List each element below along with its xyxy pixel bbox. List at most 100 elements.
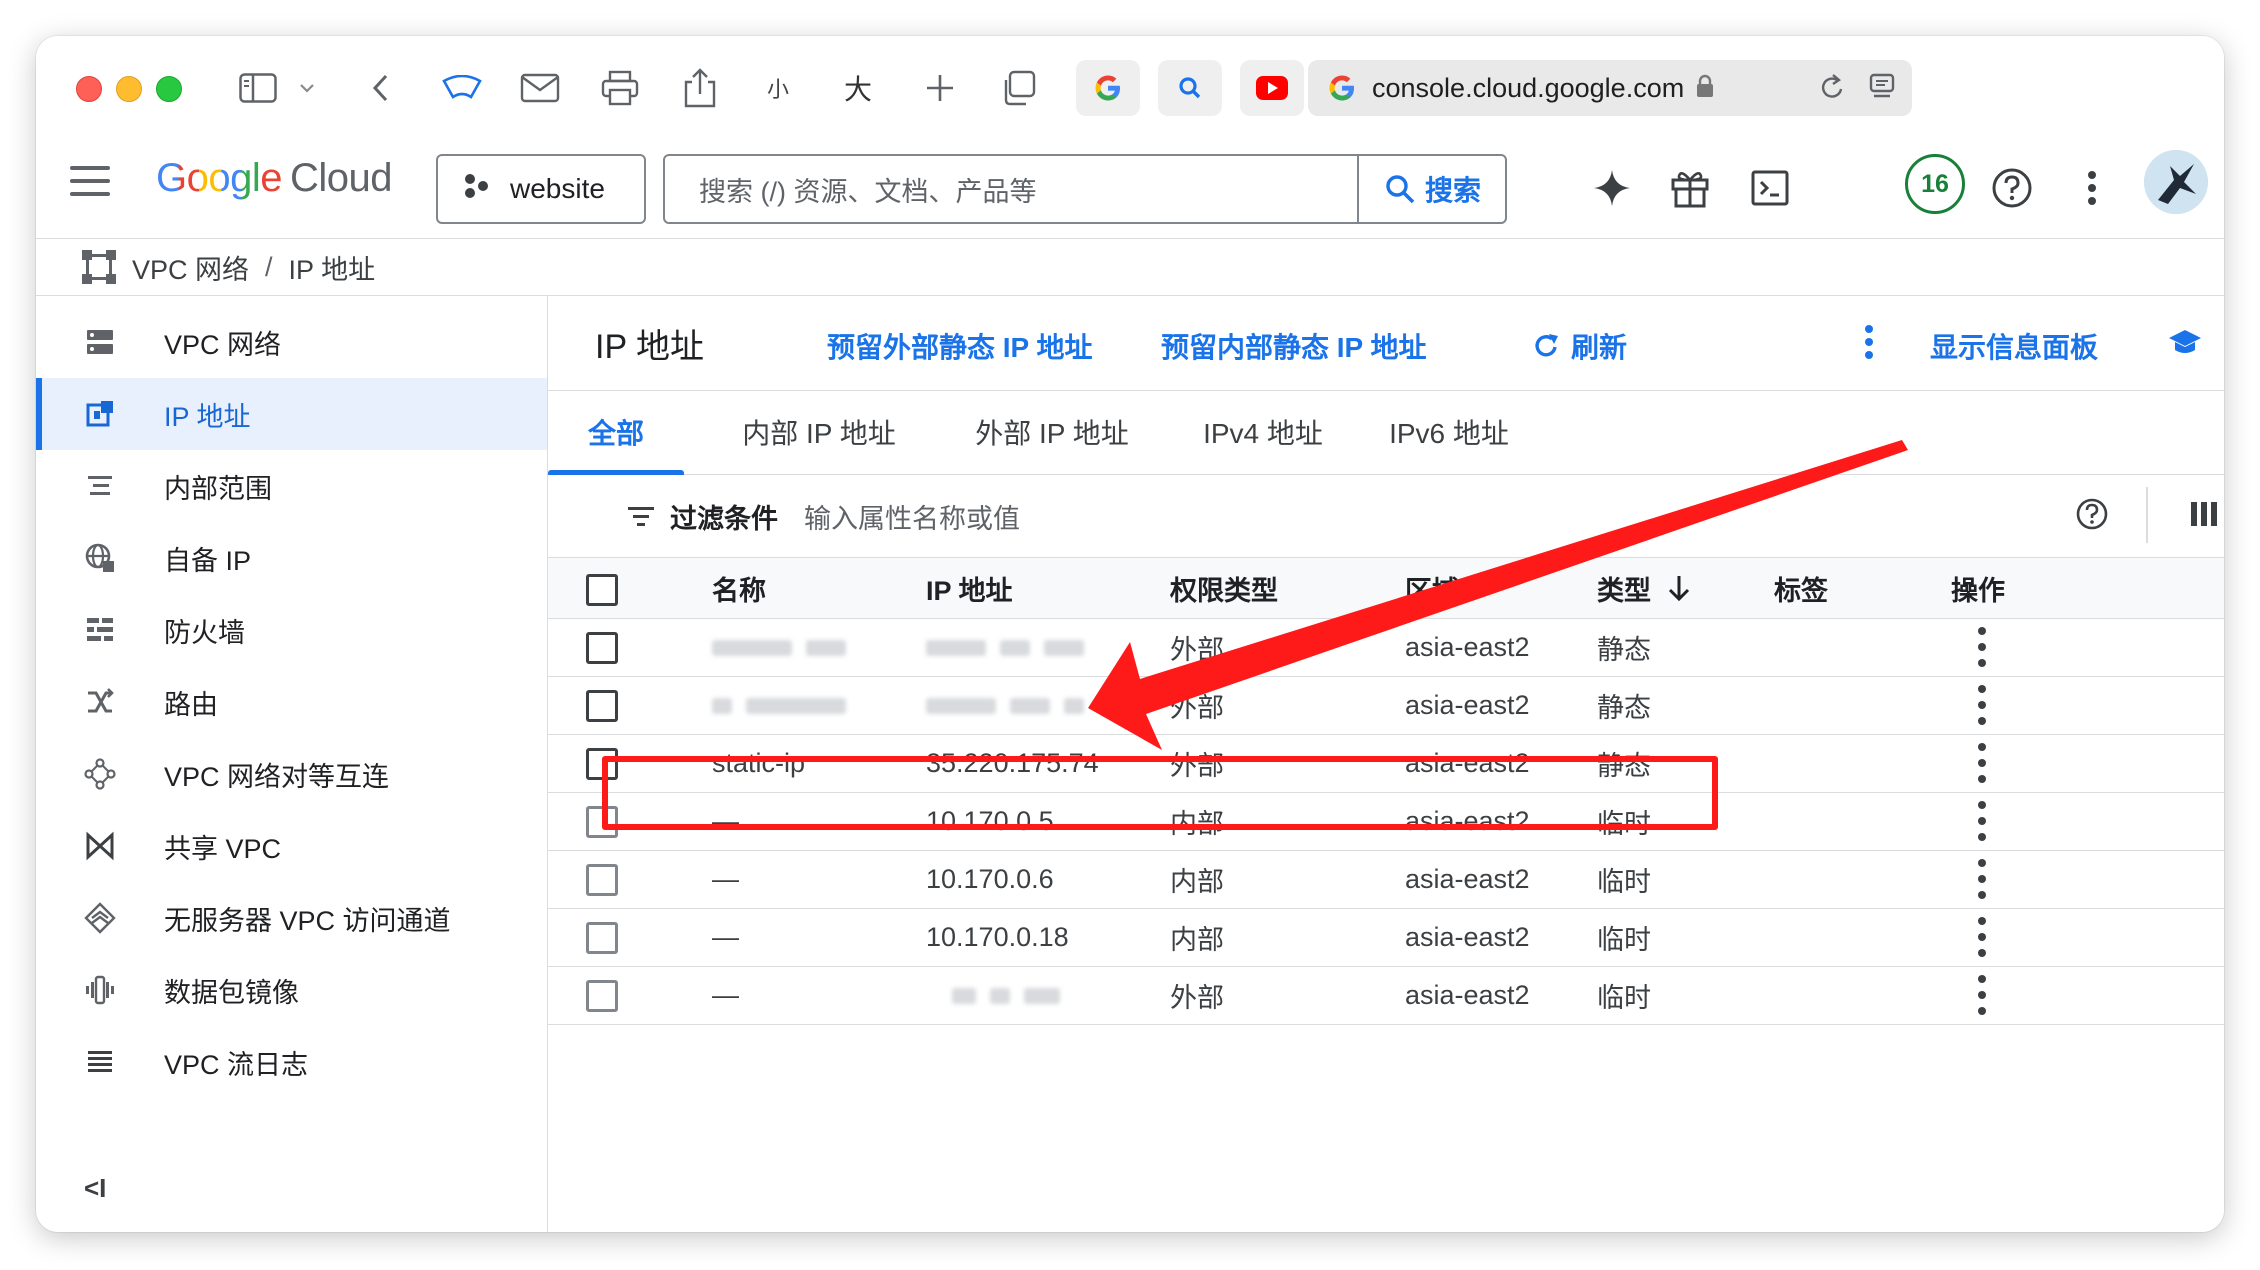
row-more-icon[interactable] xyxy=(1978,685,1986,725)
sidebar-item-serverless[interactable]: 无服务器 VPC 访问通道 xyxy=(36,882,547,954)
row-more-icon[interactable] xyxy=(1978,627,1986,667)
chevron-down-icon[interactable] xyxy=(292,64,322,112)
tab-google[interactable] xyxy=(1076,60,1140,116)
print-icon[interactable] xyxy=(592,64,648,112)
sidebar-item-firewall[interactable]: 防火墙 xyxy=(36,594,547,666)
zoom-window-button[interactable] xyxy=(156,76,182,102)
row-more-icon[interactable] xyxy=(1978,859,1986,899)
reserve-internal-ip-button[interactable]: 预留内部静态 IP 地址 xyxy=(1161,326,1427,366)
sidebar-item-packet-mirroring[interactable]: 数据包镜像 xyxy=(36,954,547,1026)
search-bar[interactable]: 搜索 (/) 资源、文档、产品等 搜索 xyxy=(663,154,1507,224)
refresh-button[interactable]: 刷新 xyxy=(1531,326,1627,366)
close-window-button[interactable] xyxy=(76,76,102,102)
row-checkbox[interactable] xyxy=(586,980,618,1012)
sidebar-item-flow-logs[interactable]: VPC 流日志 xyxy=(36,1026,547,1098)
minimize-window-button[interactable] xyxy=(116,76,142,102)
gift-icon[interactable] xyxy=(1666,164,1714,212)
routes-icon xyxy=(78,687,122,717)
collapse-sidebar-button[interactable]: <I xyxy=(84,1173,106,1204)
column-display-icon[interactable] xyxy=(2190,501,2218,532)
table-row[interactable]: 外部 asia-east2 静态 xyxy=(548,619,2224,677)
cloud-shell-icon[interactable] xyxy=(1746,164,1794,212)
show-info-panel-button[interactable]: 显示信息面板 xyxy=(1930,326,2098,366)
row-region: asia-east2 xyxy=(1405,748,1530,778)
reader-mode-icon[interactable] xyxy=(1868,72,1896,109)
gemini-sparkle-icon[interactable] xyxy=(1588,164,1636,212)
share-icon[interactable] xyxy=(672,64,728,112)
row-ip-redacted xyxy=(926,967,1074,1024)
sidebar-item-routes[interactable]: 路由 xyxy=(36,666,547,738)
row-checkbox[interactable] xyxy=(586,690,618,722)
select-all-checkbox[interactable] xyxy=(586,574,618,606)
column-header-actions: 操作 xyxy=(1951,575,2005,606)
row-checkbox[interactable] xyxy=(586,748,618,780)
sidebar-item-vpc-network[interactable]: VPC 网络 xyxy=(36,306,547,378)
row-more-icon[interactable] xyxy=(1978,975,1986,1015)
table-row[interactable]: 外部 asia-east2 静态 xyxy=(548,677,2224,735)
learn-icon[interactable] xyxy=(2168,328,2202,358)
row-more-icon[interactable] xyxy=(1978,801,1986,841)
new-tab-plus-icon[interactable] xyxy=(912,64,968,112)
search-input[interactable]: 搜索 (/) 资源、文档、产品等 xyxy=(699,170,1357,209)
text-smaller-button[interactable]: 小 xyxy=(758,64,798,112)
search-icon xyxy=(1179,77,1201,99)
row-checkbox[interactable] xyxy=(586,806,618,838)
row-name: — xyxy=(712,980,739,1010)
table-row[interactable]: — 外部 asia-east2 临时 xyxy=(548,967,2224,1025)
column-header-name[interactable]: 名称 xyxy=(712,558,766,618)
table-row[interactable]: — 10.170.0.5 内部 asia-east2 临时 xyxy=(548,793,2224,851)
peering-icon xyxy=(78,758,122,790)
avatar[interactable] xyxy=(2144,150,2208,214)
notification-count-badge[interactable]: 16 xyxy=(1905,154,1965,214)
row-name[interactable]: static-ip xyxy=(712,735,805,792)
sidebar-item-ip-address[interactable]: IP 地址 xyxy=(36,378,547,450)
tab-external-ip[interactable]: 外部 IP 地址 xyxy=(954,390,1150,474)
sidebar-item-byoip[interactable]: 自备 IP xyxy=(36,522,547,594)
sidebar-item-peering[interactable]: VPC 网络对等互连 xyxy=(36,738,547,810)
tab-internal-ip[interactable]: 内部 IP 地址 xyxy=(724,390,914,474)
menu-icon[interactable] xyxy=(70,166,110,202)
table-row[interactable]: — 10.170.0.18 内部 asia-east2 临时 xyxy=(548,909,2224,967)
more-vert-icon[interactable] xyxy=(2068,164,2116,212)
row-region: asia-east2 xyxy=(1405,632,1530,662)
row-checkbox[interactable] xyxy=(586,632,618,664)
back-icon[interactable] xyxy=(358,64,402,112)
row-checkbox[interactable] xyxy=(586,922,618,954)
breadcrumb-item-vpc[interactable]: VPC 网络 xyxy=(132,248,249,287)
column-header-ip[interactable]: IP 地址 xyxy=(926,558,1013,618)
tab-search[interactable] xyxy=(1158,60,1222,116)
wifi-extension-icon[interactable] xyxy=(434,64,490,112)
sidebar-toggle-icon[interactable] xyxy=(228,64,288,112)
tab-ipv4[interactable]: IPv4 地址 xyxy=(1190,390,1336,474)
mail-icon[interactable] xyxy=(512,64,568,112)
project-selector[interactable]: website xyxy=(436,154,646,224)
search-button[interactable]: 搜索 xyxy=(1357,156,1505,222)
row-checkbox[interactable] xyxy=(586,864,618,896)
column-header-type[interactable]: 类型 xyxy=(1597,558,1691,618)
tab-ipv6[interactable]: IPv6 地址 xyxy=(1376,390,1522,474)
tab-overview-icon[interactable] xyxy=(990,64,1046,112)
sidebar-item-internal-ranges[interactable]: 内部范围 xyxy=(36,450,547,522)
address-bar[interactable]: console.cloud.google.com xyxy=(1308,60,1912,116)
sidebar-item-label: 内部范围 xyxy=(164,473,272,504)
row-access: 外部 xyxy=(1170,693,1224,723)
reload-icon[interactable] xyxy=(1818,72,1846,109)
help-icon[interactable] xyxy=(1988,164,2036,212)
tab-all[interactable]: 全部 xyxy=(548,390,684,475)
column-header-region[interactable]: 区域 xyxy=(1405,558,1459,618)
filter-input[interactable]: 输入属性名称或值 xyxy=(804,497,1020,536)
page-title: IP 地址 xyxy=(595,327,704,366)
reserve-external-ip-button[interactable]: 预留外部静态 IP 地址 xyxy=(827,326,1093,366)
google-cloud-logo[interactable]: Google Cloud xyxy=(156,156,393,201)
sidebar-item-shared-vpc[interactable]: 共享 VPC xyxy=(36,810,547,882)
row-more-icon[interactable] xyxy=(1978,743,1986,783)
table-row[interactable]: static-ip 35.220.175.74 外部 asia-east2 静态 xyxy=(548,735,2224,793)
table-row[interactable]: — 10.170.0.6 内部 asia-east2 临时 xyxy=(548,851,2224,909)
help-icon[interactable] xyxy=(2075,497,2109,536)
text-larger-button[interactable]: 大 xyxy=(836,64,880,112)
row-more-icon[interactable] xyxy=(1978,917,1986,957)
sort-descending-icon[interactable] xyxy=(1667,574,1691,602)
column-header-access[interactable]: 权限类型 xyxy=(1170,558,1278,618)
tab-youtube[interactable] xyxy=(1240,60,1304,116)
more-actions-icon[interactable] xyxy=(1864,324,1874,360)
